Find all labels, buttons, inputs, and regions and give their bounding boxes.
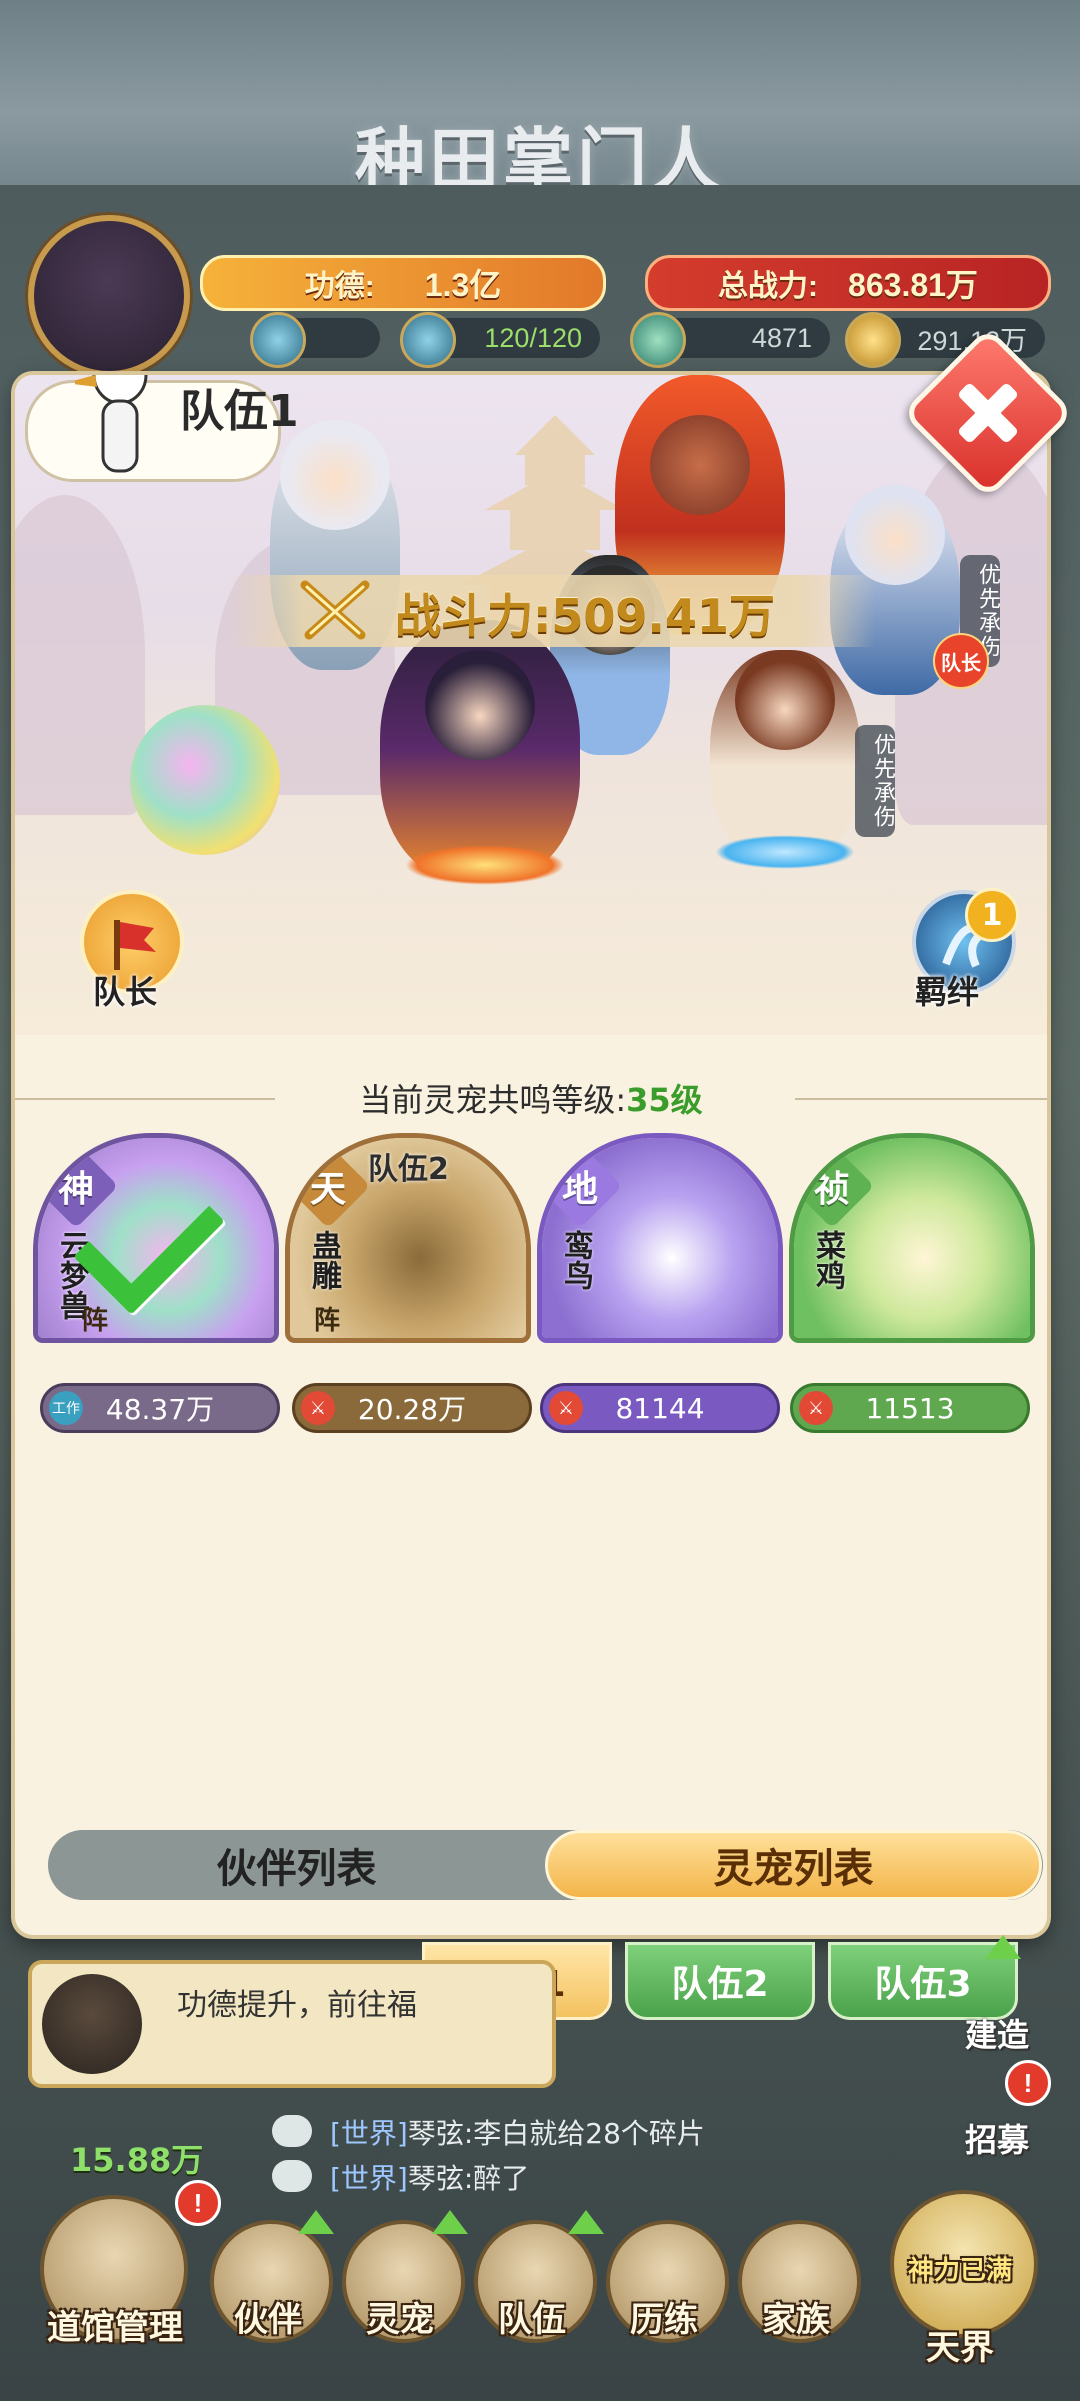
upgrade-arrow-icon	[985, 1935, 1021, 1959]
nav-label: 家族	[762, 2300, 830, 2340]
recruit-button[interactable]: 招募	[965, 2115, 1029, 2161]
nav-label: 历练	[630, 2300, 698, 2340]
chat-line[interactable]: [世界]琴弦:醉了	[330, 2157, 529, 2197]
gold-value: 15.88万	[70, 2141, 204, 2179]
nav-label: 灵宠	[366, 2300, 434, 2340]
pet-card[interactable]: 天 队伍2 蛊雕 阵	[285, 1133, 531, 1343]
resource-a-value: 4871	[751, 322, 812, 353]
upgrade-arrow-icon	[568, 2210, 604, 2234]
notification-dot: !	[175, 2180, 221, 2226]
team-assignment: 队伍2	[368, 1152, 449, 1187]
total-power-value: 863.81万	[848, 267, 978, 303]
pet-list-tab[interactable]: 灵宠列表	[545, 1830, 1042, 1900]
team-power: 战斗力:509.41万	[395, 580, 775, 646]
pet-power: ⚔ 11513	[790, 1383, 1030, 1433]
notice-text: 功德提升，前往福	[177, 1988, 417, 2023]
priority-tag: 优先承伤	[855, 725, 895, 837]
resonance-level: 35级	[626, 1081, 703, 1119]
fish-icon	[630, 312, 686, 368]
total-power-display[interactable]: 总战力: 863.81万	[645, 255, 1051, 311]
rank-badge: 天	[290, 1143, 371, 1229]
list-toggle: 伙伴列表 灵宠列表	[48, 1830, 1043, 1900]
pet-name: 菜鸡	[810, 1230, 845, 1290]
pet-card[interactable]: 祯 菜鸡	[789, 1133, 1035, 1343]
total-power-label: 总战力:	[718, 270, 819, 303]
pet-cloud-beast[interactable]	[130, 705, 280, 855]
team-tab-2[interactable]: 队伍2	[625, 1942, 815, 2020]
hero-aura	[715, 835, 855, 869]
stamina-icon	[400, 312, 456, 368]
nav-sublabel: 神力已满	[907, 2256, 1012, 2286]
crossed-swords-icon	[300, 580, 370, 640]
build-button[interactable]: 建造	[965, 2010, 1029, 2056]
team-title: 队伍1	[180, 386, 299, 437]
resonance-row: 当前灵宠共鸣等级:35级	[15, 1075, 1047, 1125]
leader-badge: 队长	[933, 633, 989, 689]
team-header: 队伍1	[15, 375, 315, 515]
pet-card[interactable]: 神 云梦兽 阵	[33, 1133, 279, 1343]
formation-tag: 阵	[314, 1306, 341, 1336]
bond-notification-badge: 1	[965, 888, 1019, 942]
team-dialog: 优先承伤 队长 优先承伤 队伍1 队长 羁绊 战斗力:509.41万 当前灵宠共…	[15, 375, 1047, 1935]
nav-label: 道馆管理	[47, 2308, 183, 2348]
crane-icon	[75, 375, 148, 473]
rank-badge: 神	[38, 1143, 119, 1229]
nav-label: 队伍	[498, 2300, 566, 2340]
hero-dark-winged[interactable]	[380, 620, 580, 880]
hero-red-hair[interactable]	[710, 650, 860, 860]
resource-b-display: 291.12万	[845, 312, 1045, 368]
notification-dot: !	[1005, 2060, 1051, 2106]
power-value: 509.41万	[551, 589, 775, 643]
divider	[795, 1098, 1047, 1100]
pet-power-value: 11513	[865, 1391, 955, 1425]
merit-value: 1.3亿	[424, 267, 502, 303]
chat-line[interactable]: [世界]琴弦:李白就给28个碎片	[330, 2112, 705, 2152]
leader-label: 队长	[93, 973, 158, 1011]
coin-icon	[845, 312, 901, 368]
pet-power: ⚔ 20.28万	[292, 1383, 532, 1433]
rank-badge: 祯	[794, 1143, 875, 1229]
leader-aura	[405, 845, 565, 885]
player-avatar[interactable]	[28, 215, 190, 377]
stamina-value: 120/120	[484, 322, 582, 353]
pet-name: 鸾鸟	[558, 1230, 593, 1290]
merit-display[interactable]: 功德: 1.3亿	[200, 255, 606, 311]
divider	[15, 1098, 275, 1100]
resonance-label: 当前灵宠共鸣等级:	[359, 1081, 627, 1119]
pet-name: 蛊雕	[306, 1230, 341, 1290]
pet-power: ⚔ 81144	[540, 1383, 780, 1433]
rank-display	[250, 312, 380, 368]
attack-icon: ⚔	[799, 1391, 833, 1425]
rank-badge: 地	[542, 1143, 623, 1229]
nav-label: 天界	[926, 2328, 994, 2368]
chat-icon	[272, 2160, 312, 2192]
rock-decoration	[15, 495, 145, 815]
attack-icon: ⚔	[549, 1391, 583, 1425]
work-status-icon: 工作	[49, 1391, 83, 1425]
notice-panel[interactable]: 功德提升，前往福	[28, 1960, 556, 2088]
team-scene: 优先承伤 队长 优先承伤 队伍1 队长 羁绊 战斗力:509.41万	[15, 375, 1047, 1035]
upgrade-arrow-icon	[298, 2210, 334, 2234]
partner-list-tab[interactable]: 伙伴列表	[48, 1830, 545, 1900]
chat-icon	[272, 2115, 312, 2147]
upgrade-arrow-icon	[432, 2210, 468, 2234]
pet-power-value: 48.37万	[105, 1393, 215, 1426]
merit-label: 功德:	[304, 270, 375, 303]
stamina-display: 120/120	[400, 312, 600, 368]
npc-avatar	[42, 1974, 142, 2074]
pet-power: 工作 48.37万	[40, 1383, 280, 1433]
bond-label: 羁绊	[915, 973, 980, 1011]
nav-label: 伙伴	[234, 2300, 302, 2340]
pet-card[interactable]: 地 鸾鸟	[537, 1133, 783, 1343]
pet-power-value: 81144	[615, 1391, 705, 1425]
power-label: 战斗力:	[395, 589, 552, 643]
shield-icon	[250, 312, 306, 368]
pet-power-value: 20.28万	[357, 1393, 467, 1426]
formation-tag: 阵	[82, 1306, 109, 1336]
resource-a-display: 4871	[630, 312, 830, 368]
attack-icon: ⚔	[301, 1391, 335, 1425]
